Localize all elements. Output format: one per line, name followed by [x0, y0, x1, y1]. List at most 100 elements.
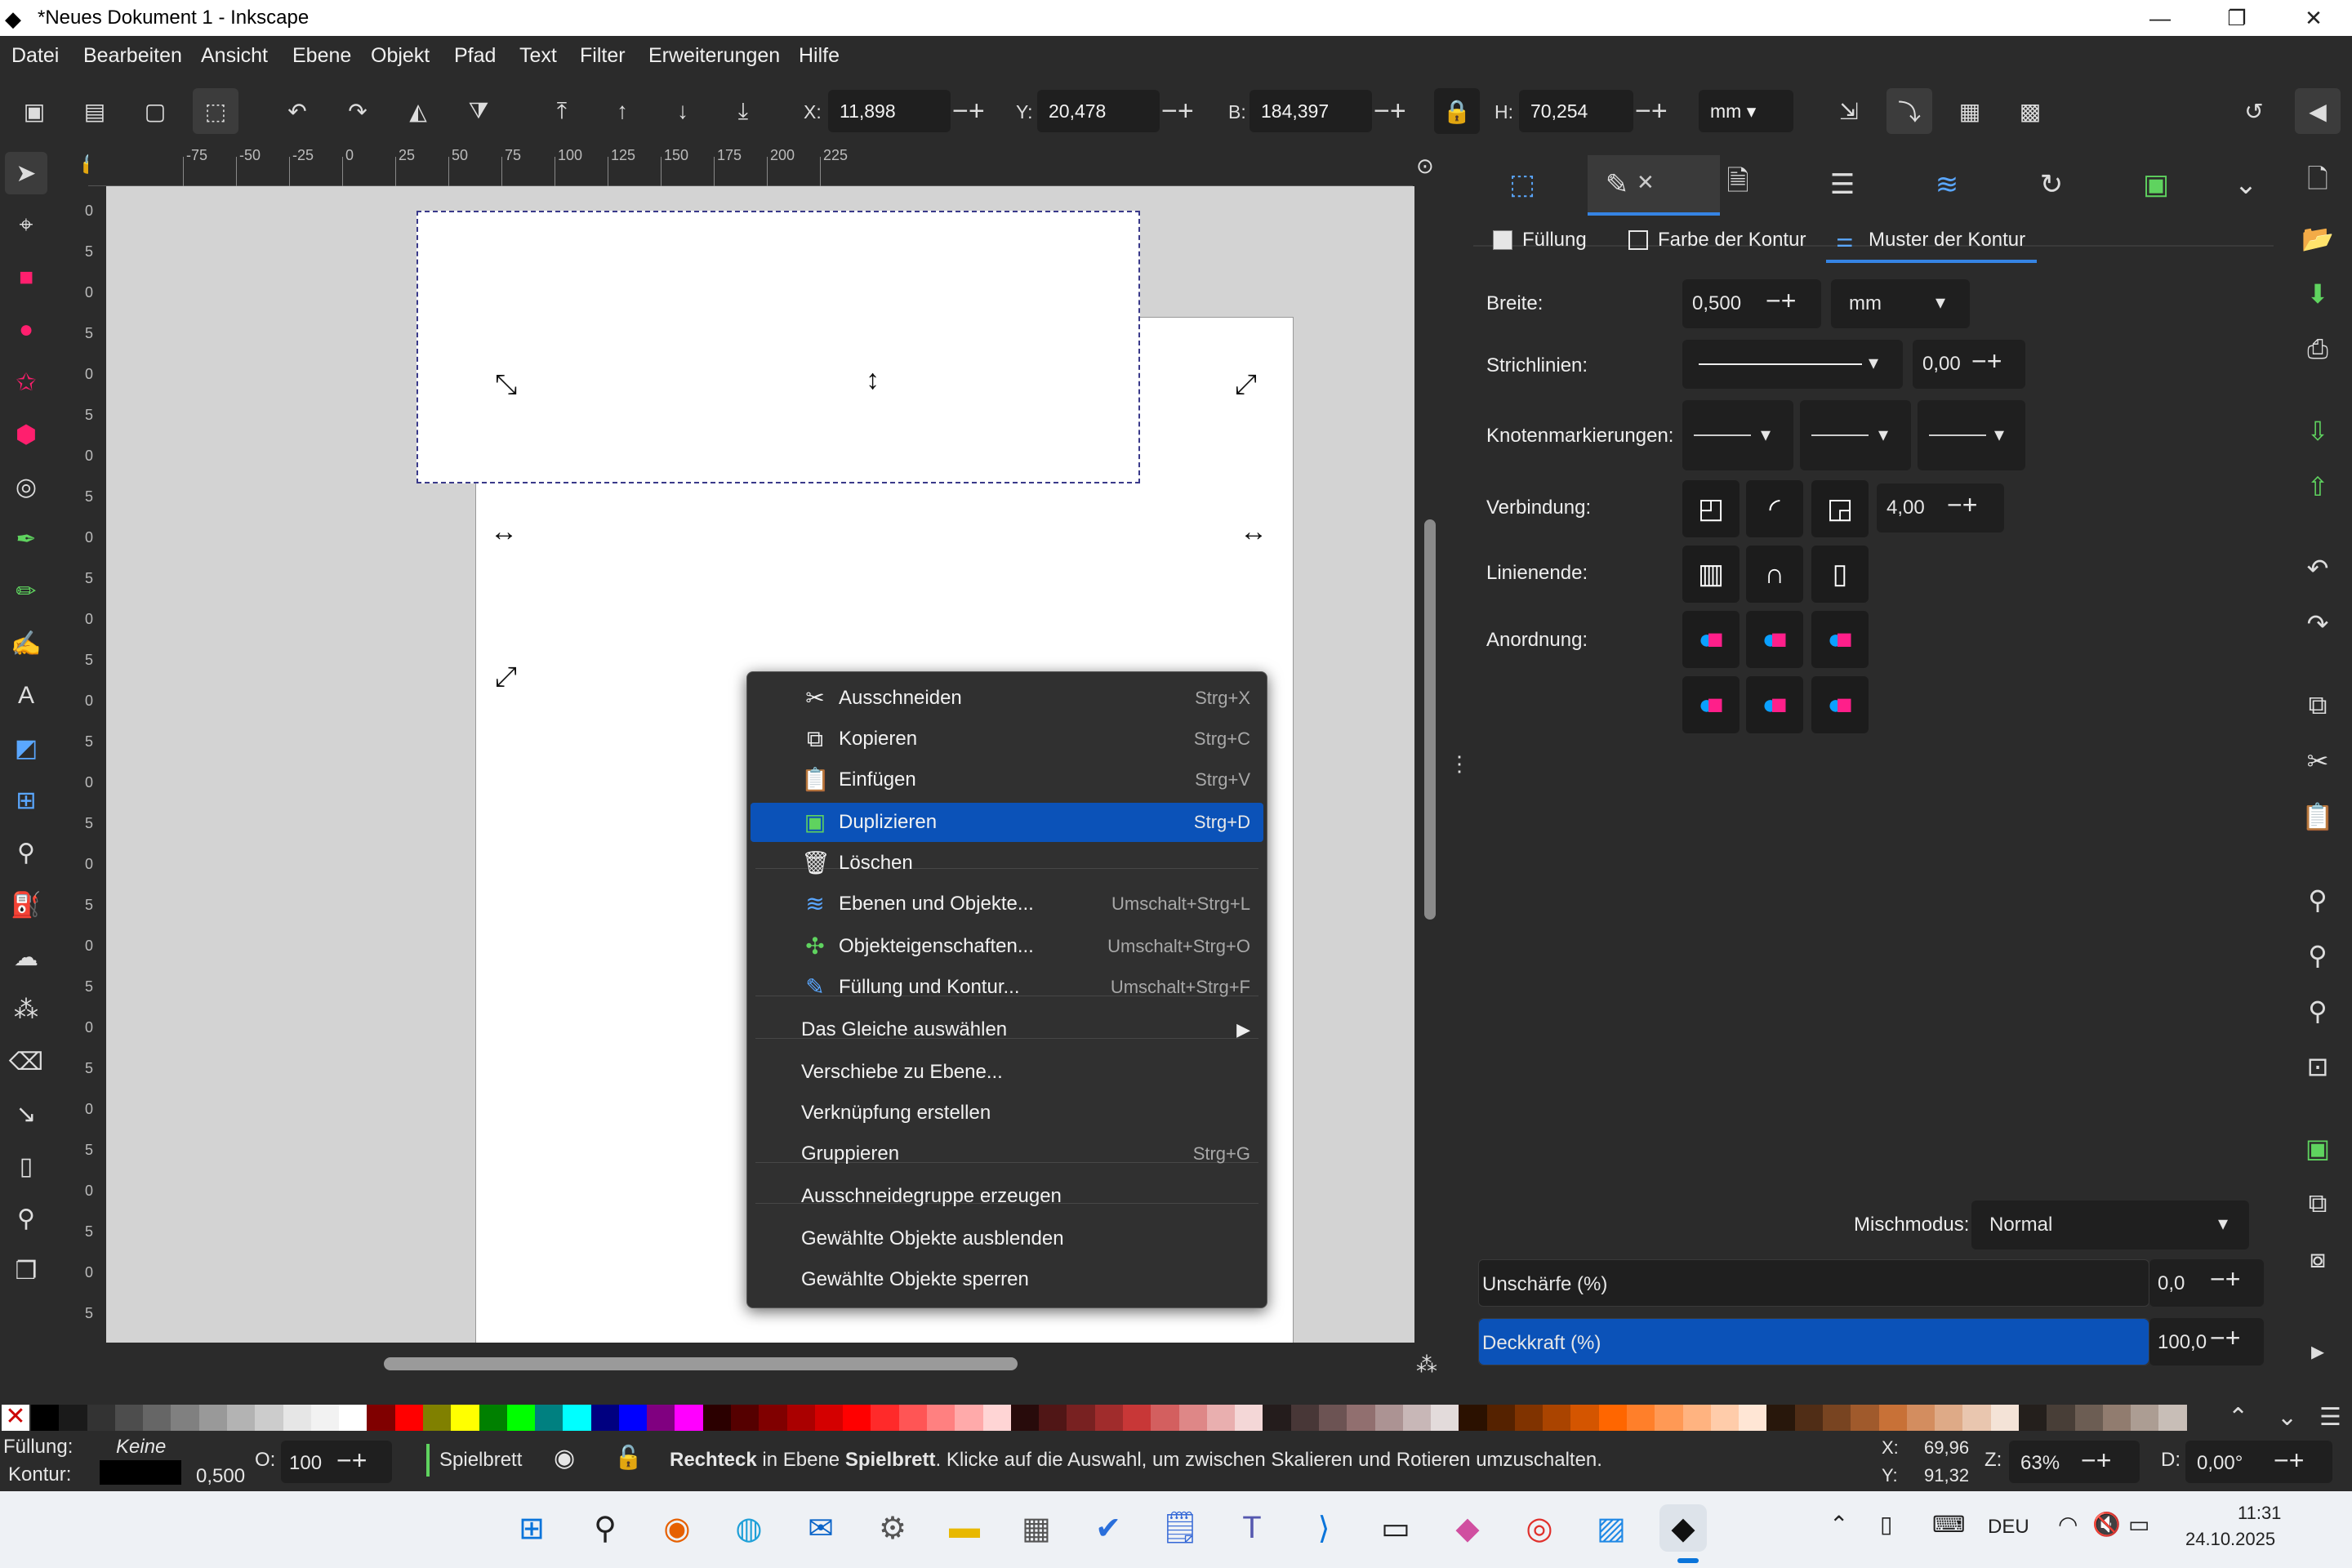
subtab-muster-der-kontur[interactable]: Muster der Kontur: [1869, 229, 2025, 252]
color-swatch[interactable]: [1935, 1405, 1963, 1431]
dash-offset-stepper[interactable]: −+: [1971, 346, 2002, 376]
height-input[interactable]: 70,254: [1519, 90, 1633, 132]
edge-icon[interactable]: ◍: [725, 1504, 773, 1552]
inkscape-taskbar-icon[interactable]: ◆: [1659, 1504, 1707, 1552]
y-input[interactable]: 20,478: [1037, 90, 1160, 132]
color-swatch[interactable]: [675, 1405, 703, 1431]
menu-item-objekteigenschaften[interactable]: ✣ Objekteigenschaften... Umschalt+Strg+O: [751, 927, 1263, 966]
rotation-stepper[interactable]: −+: [2274, 1446, 2304, 1476]
color-swatch[interactable]: [226, 1405, 256, 1431]
touch-select-icon[interactable]: ⬚: [193, 88, 238, 134]
palette-up-icon[interactable]: ⌃: [2228, 1403, 2248, 1432]
zoom-page-icon[interactable]: ⚲: [2295, 988, 2341, 1034]
menu-item-gewählte-objekte-sperren[interactable]: Gewählte Objekte sperren: [751, 1260, 1263, 1299]
color-swatch[interactable]: [367, 1405, 395, 1431]
battery-icon[interactable]: ▭: [2128, 1511, 2149, 1538]
color-swatch[interactable]: [1823, 1405, 1851, 1431]
lock-ratio-icon[interactable]: 🔒: [1434, 88, 1480, 134]
color-swatch[interactable]: [1318, 1405, 1348, 1431]
width-input[interactable]: 184,397: [1250, 90, 1372, 132]
tab-more-icon[interactable]: ⌄: [2221, 160, 2270, 209]
menu-item-duplizieren[interactable]: ▣ Duplizieren Strg+D: [751, 803, 1263, 842]
dash-pattern-select[interactable]: ▾: [1682, 340, 1903, 389]
start-icon[interactable]: ⊞: [508, 1504, 555, 1552]
volume-muted-icon[interactable]: 🔇: [2092, 1511, 2121, 1538]
todo-icon[interactable]: ✔: [1085, 1504, 1132, 1552]
subtab-fuellung[interactable]: Füllung: [1522, 229, 1587, 252]
dropper-tool-icon[interactable]: ⚲: [5, 831, 47, 874]
rotate-cw-icon[interactable]: ↷: [335, 88, 381, 134]
color-swatch[interactable]: [479, 1405, 507, 1431]
color-mode-icon[interactable]: ⁂: [1416, 1352, 1444, 1380]
pages-tool-icon[interactable]: ❐: [5, 1250, 47, 1292]
color-swatch[interactable]: [198, 1405, 227, 1431]
paint-order-fill-stroke-markers-icon[interactable]: ● ■: [1682, 611, 1740, 668]
color-swatch[interactable]: [1067, 1405, 1095, 1431]
color-swatch[interactable]: [535, 1405, 564, 1431]
menu-item-verschiebe-zu-ebene[interactable]: Verschiebe zu Ebene...: [751, 1053, 1263, 1092]
dash-offset-input[interactable]: 0,00 −+: [1913, 340, 2025, 389]
cap-butt-icon[interactable]: ▥: [1682, 546, 1740, 603]
color-swatch[interactable]: [1094, 1405, 1123, 1431]
blur-input[interactable]: 0,0 −+: [2149, 1259, 2264, 1307]
color-swatch[interactable]: [786, 1405, 815, 1431]
menu-item-kopieren[interactable]: ⧉ Kopieren Strg+C: [751, 719, 1263, 759]
color-swatch[interactable]: [1598, 1405, 1628, 1431]
search-icon[interactable]: ⚲: [581, 1504, 629, 1552]
menu-item-löschen[interactable]: 🗑 Löschen: [751, 844, 1263, 883]
color-swatch[interactable]: [731, 1405, 760, 1431]
raise-to-top-icon[interactable]: ⤒: [539, 88, 585, 134]
color-swatch[interactable]: [647, 1405, 675, 1431]
paint-order-stroke-markers-fill-icon[interactable]: ● ■: [1682, 676, 1740, 733]
scale-handle-top[interactable]: ↕: [866, 366, 880, 394]
minimize-button[interactable]: —: [2123, 0, 2197, 36]
tab-export-icon[interactable]: ▣: [2132, 160, 2180, 209]
y-stepper[interactable]: −+: [1161, 90, 1194, 132]
select-all-layers-icon[interactable]: ▤: [72, 88, 118, 134]
color-swatch[interactable]: [59, 1405, 87, 1431]
cut-icon[interactable]: ✂: [2295, 738, 2341, 784]
import-icon[interactable]: ⇩: [2295, 408, 2341, 454]
deselect-icon[interactable]: ▢: [132, 88, 178, 134]
maximize-button[interactable]: ❐: [2200, 0, 2274, 36]
pen-tool-icon[interactable]: ✒: [5, 518, 47, 560]
menu-item-ausschneiden[interactable]: ✂ Ausschneiden Strg+X: [751, 679, 1263, 718]
gradient-tool-icon[interactable]: ◩: [5, 727, 47, 769]
eye-icon[interactable]: ◉: [554, 1444, 575, 1472]
palette-down-icon[interactable]: ⌄: [2277, 1403, 2297, 1432]
export-icon[interactable]: ⇧: [2295, 464, 2341, 510]
scale-handle-bottom-left[interactable]: ⤢: [495, 663, 517, 691]
undo-icon[interactable]: ↶: [2295, 546, 2341, 591]
color-swatch[interactable]: [871, 1405, 899, 1431]
join-bevel-icon[interactable]: ◲: [1811, 480, 1869, 537]
color-swatch[interactable]: [843, 1405, 871, 1431]
menu-item-das-gleiche-auswählen[interactable]: Das Gleiche auswählen ▶: [751, 1010, 1263, 1049]
unit-select[interactable]: mm ▾: [1699, 90, 1793, 132]
wifi-icon[interactable]: ◠: [2058, 1511, 2078, 1538]
color-swatch[interactable]: [1010, 1405, 1040, 1431]
marker-end-select[interactable]: ▾: [1918, 400, 2025, 470]
unlink-clone-icon[interactable]: ⧇: [2295, 1236, 2341, 1282]
calculator-icon[interactable]: ▦: [1013, 1504, 1060, 1552]
stroke-swatch[interactable]: [100, 1460, 181, 1485]
scale-handle-top-left[interactable]: ⤡: [495, 371, 517, 399]
tab-transform-icon[interactable]: ↻: [2027, 160, 2076, 209]
color-swatch[interactable]: [394, 1405, 423, 1431]
color-swatch[interactable]: [339, 1405, 368, 1431]
3d-box-tool-icon[interactable]: ⬢: [5, 413, 47, 456]
zoom-tool-icon[interactable]: ⚲: [5, 1197, 47, 1240]
color-swatch[interactable]: [87, 1405, 115, 1431]
width-stepper[interactable]: −+: [1374, 90, 1406, 132]
color-swatch[interactable]: [1543, 1405, 1571, 1431]
clock-date[interactable]: 24.10.2025: [2185, 1529, 2275, 1550]
app-store-icon[interactable]: ◆: [1444, 1504, 1491, 1552]
node-tool-icon[interactable]: ⌖: [5, 204, 47, 247]
opacity-short-stepper[interactable]: −+: [336, 1446, 367, 1476]
clone-icon[interactable]: ⧉: [2295, 1181, 2341, 1227]
rotate-ccw-icon[interactable]: ↶: [274, 88, 320, 134]
color-swatch[interactable]: [1039, 1405, 1067, 1431]
close-button[interactable]: ✕: [2277, 0, 2350, 36]
select-all-icon[interactable]: ▣: [11, 88, 57, 134]
duplicate-icon[interactable]: ▣: [2295, 1125, 2341, 1171]
menu-item-einfügen[interactable]: 📋 Einfügen Strg+V: [751, 760, 1263, 800]
